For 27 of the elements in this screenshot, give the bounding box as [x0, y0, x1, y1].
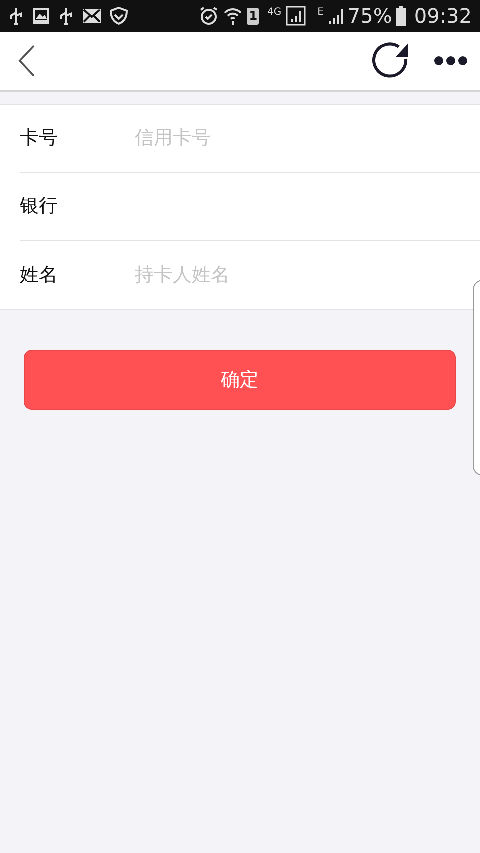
- network-label: E: [318, 6, 324, 20]
- input-field[interactable]: 持卡人姓名: [135, 260, 460, 290]
- usb-icon: [58, 7, 74, 25]
- network-label: 4G: [267, 6, 282, 20]
- refresh-button[interactable]: [372, 41, 410, 81]
- shield-icon: [110, 7, 128, 25]
- more-icon: [434, 56, 468, 66]
- signal-icon: [328, 7, 344, 25]
- signal-icon: [286, 6, 306, 26]
- alarm-icon: [199, 6, 220, 26]
- more-button[interactable]: [434, 56, 468, 66]
- wifi-icon: [223, 6, 244, 26]
- battery-percent: 75%: [348, 3, 392, 30]
- confirm-button[interactable]: 确定: [24, 350, 456, 410]
- refresh-icon: [372, 41, 410, 81]
- usb-icon: [8, 7, 24, 25]
- field-label: 卡号: [20, 126, 59, 152]
- field-label: 银行: [20, 194, 59, 220]
- back-button[interactable]: [18, 44, 36, 78]
- mail-icon: [82, 8, 102, 24]
- field-label: 姓名: [20, 262, 59, 288]
- clock: 09:32: [414, 3, 472, 30]
- sim-label: 1: [247, 8, 260, 24]
- image-icon: [32, 7, 50, 25]
- input-field[interactable]: 信用卡号: [135, 124, 460, 153]
- back-icon: [18, 44, 36, 78]
- battery-icon: [396, 6, 406, 26]
